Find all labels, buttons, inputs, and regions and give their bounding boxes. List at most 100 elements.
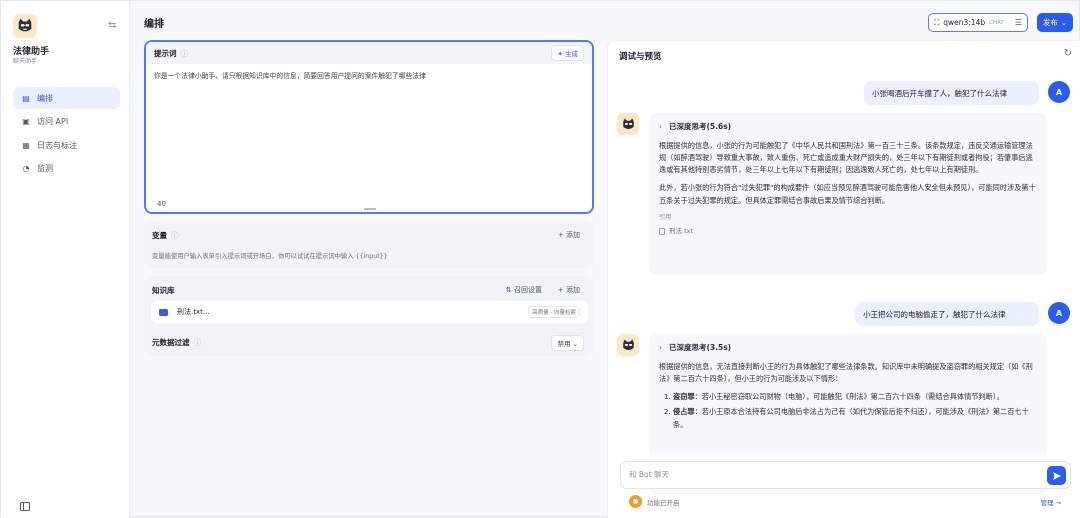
prompt-header: 提示词 ⓘ ✦ 生成 <box>146 42 592 64</box>
thinking-toggle[interactable]: › 已深度思考(3.5s) <box>659 342 1037 355</box>
list-text: ：若小王秘密窃取公司财物（电脑），可能触犯《刑法》第二百六十四条（需结合具体情节… <box>694 392 1004 402</box>
toggle-sidebar-icon[interactable]: ⇆ <box>108 20 116 31</box>
variables-card: 变量 ⓘ + 添加 变量能使用户输入表单引入提示词或开场白，你可以试试在提示词中输… <box>144 221 594 268</box>
sparkle-icon: ✦ <box>557 50 563 58</box>
info-icon[interactable]: ⓘ <box>171 231 179 240</box>
send-button[interactable] <box>1047 466 1066 485</box>
panel-toggle-icon[interactable] <box>20 502 30 511</box>
prompt-textarea[interactable]: 你是一个法律小助手，请只根据知识库中的信息，简要回答用户提问的案件触犯了哪些法律 <box>146 64 592 90</box>
prompt-card: 提示词 ⓘ ✦ 生成 你是一个法律小助手，请只根据知识库中的信息，简要回答用户提… <box>144 40 594 214</box>
app-window: ⇆ 法律助手 聊天助手 ▤ 编排 ▣ 访问 API ▦ 日志与标注 ◔ 监测 编… <box>0 0 1080 518</box>
debug-title: 调试与预览 <box>619 52 662 62</box>
retrieval-settings-button[interactable]: ⇅ 召回设置 <box>506 285 542 295</box>
model-tag: CHAT <box>989 19 1004 26</box>
publish-label: 发布 <box>1042 18 1058 27</box>
sidebar-item-orchestrate[interactable]: ▤ 编排 <box>13 87 120 109</box>
metadata-filter-value: 禁用 <box>557 340 571 348</box>
knowledge-file-item[interactable]: 刑法.txt... 高质量 · 向量检索 <box>151 301 588 323</box>
generate-button[interactable]: ✦ 生成 <box>551 45 584 61</box>
file-icon <box>659 228 665 236</box>
chevron-right-icon: › <box>659 343 662 352</box>
retrieval-settings-label: 召回设置 <box>514 286 542 294</box>
knowledge-title: 知识库 <box>152 286 175 295</box>
sidebar-item-monitor[interactable]: ◔ 监测 <box>13 158 120 180</box>
model-settings-icon[interactable]: ☰ <box>1015 18 1022 27</box>
send-icon <box>1052 471 1061 480</box>
sidebar-item-label: 监测 <box>37 164 53 173</box>
debug-panel: 调试与预览 ↻ 小张喝酒后开车撞了人，触犯了什么法律 A › 已深度思考(5.6s… <box>607 40 1080 518</box>
answer-paragraph: 根据提供的信息，小张的行为可能触犯了《中华人民共和国刑法》第一百三十三条。该条款… <box>659 140 1033 175</box>
model-name: qwen3:14b <box>943 18 986 27</box>
info-icon[interactable]: ⓘ <box>181 48 189 59</box>
publish-button[interactable]: 发布 ⌄ <box>1037 13 1073 32</box>
refresh-icon[interactable]: ↻ <box>1064 48 1072 59</box>
char-count: 40 <box>157 200 166 208</box>
variables-title-text: 变量 <box>152 231 167 240</box>
bot-message: › 已深度思考(5.6s) 根据提供的信息，小张的行为可能触犯了《中华人民共和国刑… <box>649 113 1047 275</box>
metadata-filter-select[interactable]: 禁用 ⌄ <box>551 335 584 351</box>
sidebar-nav: ▤ 编排 ▣ 访问 API ▦ 日志与标注 ◔ 监测 <box>13 87 120 181</box>
thinking-toggle[interactable]: › 已深度思考(5.6s) <box>659 121 1037 134</box>
variables-title: 变量 ⓘ <box>152 230 179 241</box>
layout-icon: ▤ <box>22 93 30 103</box>
bot-avatar-icon <box>617 334 639 356</box>
model-icon: ⛶ <box>934 17 940 27</box>
chevron-down-icon: ⌄ <box>572 340 578 348</box>
answer-list: 盗窃罪：若小王秘密窃取公司财物（电脑），可能触犯《刑法》第二百六十四条（需结合具… <box>659 391 1037 431</box>
add-knowledge-button[interactable]: + 添加 <box>558 285 580 295</box>
sidebar-item-label: 访问 API <box>37 117 69 126</box>
thinking-label: 已深度思考(3.5s) <box>669 343 732 352</box>
app-type: 聊天助手 <box>13 58 38 65</box>
monitor-icon: ◔ <box>22 164 30 173</box>
header: 编排 ⛶ qwen3:14b CHAT ☰ 发布 ⌄ <box>130 1 1080 41</box>
citation-item[interactable]: 刑法.txt <box>659 226 1037 237</box>
metadata-filter-label: 元数据过滤 <box>152 338 190 347</box>
metadata-filter-title: 元数据过滤 ⓘ <box>152 337 201 348</box>
model-selector[interactable]: ⛶ qwen3:14b CHAT ☰ <box>928 13 1028 32</box>
chevron-right-icon: › <box>659 122 662 131</box>
list-text: ：若小王原本合法持有公司电脑后非法占为己有（如代为保管后拒不归还），可能涉及《刑… <box>673 407 1029 429</box>
app-logo-icon <box>13 14 37 38</box>
sidebar: ⇆ 法律助手 聊天助手 ▤ 编排 ▣ 访问 API ▦ 日志与标注 ◔ 监测 <box>1 1 130 518</box>
user-avatar: A <box>1048 302 1070 324</box>
add-variable-button[interactable]: + 添加 <box>558 230 580 240</box>
answer-paragraph: 此外，若小张的行为符合"过失犯罪"的构成要件（如应当预见醉酒驾驶可能危害他人安全… <box>659 183 1036 205</box>
chat-input[interactable] <box>629 470 1029 479</box>
user-message: 小王把公司的电脑偷走了，触犯了什么法律 <box>855 302 1039 326</box>
info-icon[interactable]: ⓘ <box>194 338 202 347</box>
citation-file-name: 刑法.txt <box>669 227 694 236</box>
list-term: 盗窃罪 <box>673 392 695 402</box>
terminal-icon: ▣ <box>22 117 30 126</box>
add-label: 添加 <box>566 231 580 239</box>
thinking-label: 已深度思考(5.6s) <box>669 122 732 131</box>
sidebar-item-label: 编排 <box>37 93 53 103</box>
sidebar-item-api[interactable]: ▣ 访问 API <box>13 111 120 133</box>
document-icon: ▦ <box>22 140 30 150</box>
manage-link[interactable]: 管理 → <box>1040 497 1061 507</box>
feature-status: 功能已开启 <box>629 495 680 508</box>
list-item: 盗窃罪：若小王秘密窃取公司财物（电脑），可能触犯《刑法》第二百六十四条（需结合具… <box>673 391 1037 403</box>
feature-icon <box>629 495 642 508</box>
list-term: 侵占罪 <box>673 407 695 417</box>
resize-handle[interactable] <box>364 208 376 210</box>
chevron-down-icon: ⌄ <box>1060 18 1068 27</box>
variables-description: 变量能使用户输入表单引入提示词或开场白，你可以试试在提示词中输入 {{input… <box>152 253 388 260</box>
bot-avatar-icon <box>617 113 639 135</box>
folder-icon <box>159 308 168 316</box>
citation-label: 引用 <box>659 213 672 221</box>
feature-label: 功能已开启 <box>647 498 680 507</box>
knowledge-file-name: 刑法.txt... <box>177 308 210 316</box>
chat-input-box <box>620 461 1071 489</box>
page-title: 编排 <box>144 19 164 30</box>
generate-label: 生成 <box>565 50 578 58</box>
user-message: 小张喝酒后开车撞了人，触犯了什么法律 <box>864 81 1039 105</box>
list-item: 侵占罪：若小王原本合法持有公司电脑后非法占为己有（如代为保管后拒不归还），可能涉… <box>673 406 1037 430</box>
sidebar-item-label: 日志与标注 <box>37 140 77 150</box>
sidebar-item-logs[interactable]: ▦ 日志与标注 <box>13 134 120 156</box>
knowledge-card: 知识库 ⇅ 召回设置 + 添加 刑法.txt... 高质量 · 向量检索 元数据… <box>144 276 594 356</box>
answer-paragraph: 根据提供的信息，无法直接判断小王的行为具体触犯了哪些法律条款。知识库中未明确提及… <box>659 361 1033 383</box>
user-avatar: A <box>1048 81 1070 103</box>
prompt-title: 提示词 <box>154 48 177 58</box>
knowledge-file-tag: 高质量 · 向量检索 <box>528 306 580 318</box>
add-label: 添加 <box>566 286 580 294</box>
